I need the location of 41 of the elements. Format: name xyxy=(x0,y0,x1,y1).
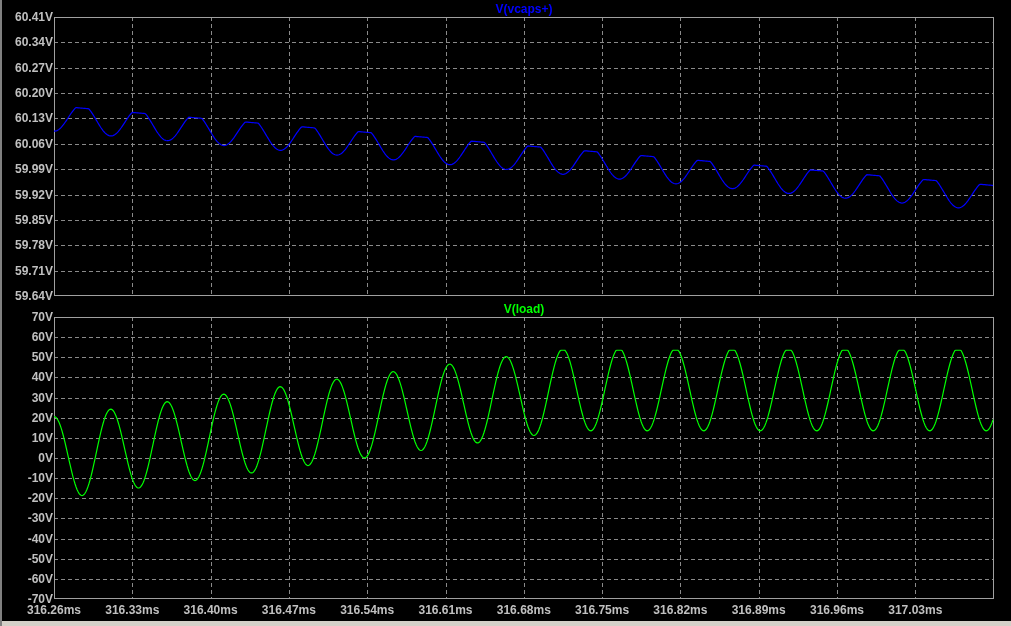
x-axis-label: 316.82ms xyxy=(653,603,708,617)
x-axis-label: 316.26ms xyxy=(27,603,81,617)
trace-title: V(vcaps+) xyxy=(495,3,553,15)
x-axis-label: 316.47ms xyxy=(261,603,316,617)
x-axis-label: 316.96ms xyxy=(810,603,864,617)
y-axis-label: 60.41V xyxy=(14,10,53,24)
y-axis-label: 59.99V xyxy=(14,162,53,177)
y-axis-label: 0V xyxy=(38,451,53,465)
x-axis-label: 316.68ms xyxy=(496,603,551,617)
y-axis-label: -30V xyxy=(27,511,53,526)
y-axis-label: -70V xyxy=(27,592,53,606)
y-axis-label: 50V xyxy=(31,350,53,365)
y-axis-label: -60V xyxy=(27,571,53,586)
x-axis-label: 316.75ms xyxy=(575,603,630,617)
x-axis-label: 317.03ms xyxy=(888,603,943,617)
y-axis-label: 40V xyxy=(31,370,53,385)
y-axis-label: 60.13V xyxy=(14,111,53,126)
y-axis-label: 60.20V xyxy=(14,86,53,101)
x-axis-label: 316.54ms xyxy=(340,603,395,617)
y-axis-label: 60.27V xyxy=(14,60,53,75)
y-axis-label: -50V xyxy=(27,551,53,566)
x-axis-label: 316.33ms xyxy=(105,603,160,617)
y-axis-label: -10V xyxy=(27,471,53,486)
y-axis-label: 20V xyxy=(31,410,53,425)
y-axis-label: 59.85V xyxy=(14,212,53,227)
y-axis-label: 59.78V xyxy=(14,238,53,253)
y-axis-label: -40V xyxy=(27,531,53,546)
x-axis-label: 316.89ms xyxy=(731,603,786,617)
y-axis-label: 59.92V xyxy=(14,187,53,202)
y-axis-label: 60.06V xyxy=(14,136,53,151)
y-axis-label: 70V xyxy=(31,310,53,324)
y-axis-label: 60.34V xyxy=(14,35,53,50)
x-axis-label: 316.61ms xyxy=(418,603,473,617)
y-axis-label: 59.71V xyxy=(14,263,53,278)
y-axis-label: 60V xyxy=(31,330,53,345)
y-axis-label: 30V xyxy=(31,390,53,405)
y-axis-label: -20V xyxy=(27,491,53,506)
y-axis-label: 59.64V xyxy=(14,289,53,303)
y-axis-label: 10V xyxy=(31,430,53,445)
x-axis-label: 316.40ms xyxy=(183,603,238,617)
trace-title: V(load) xyxy=(503,303,545,315)
